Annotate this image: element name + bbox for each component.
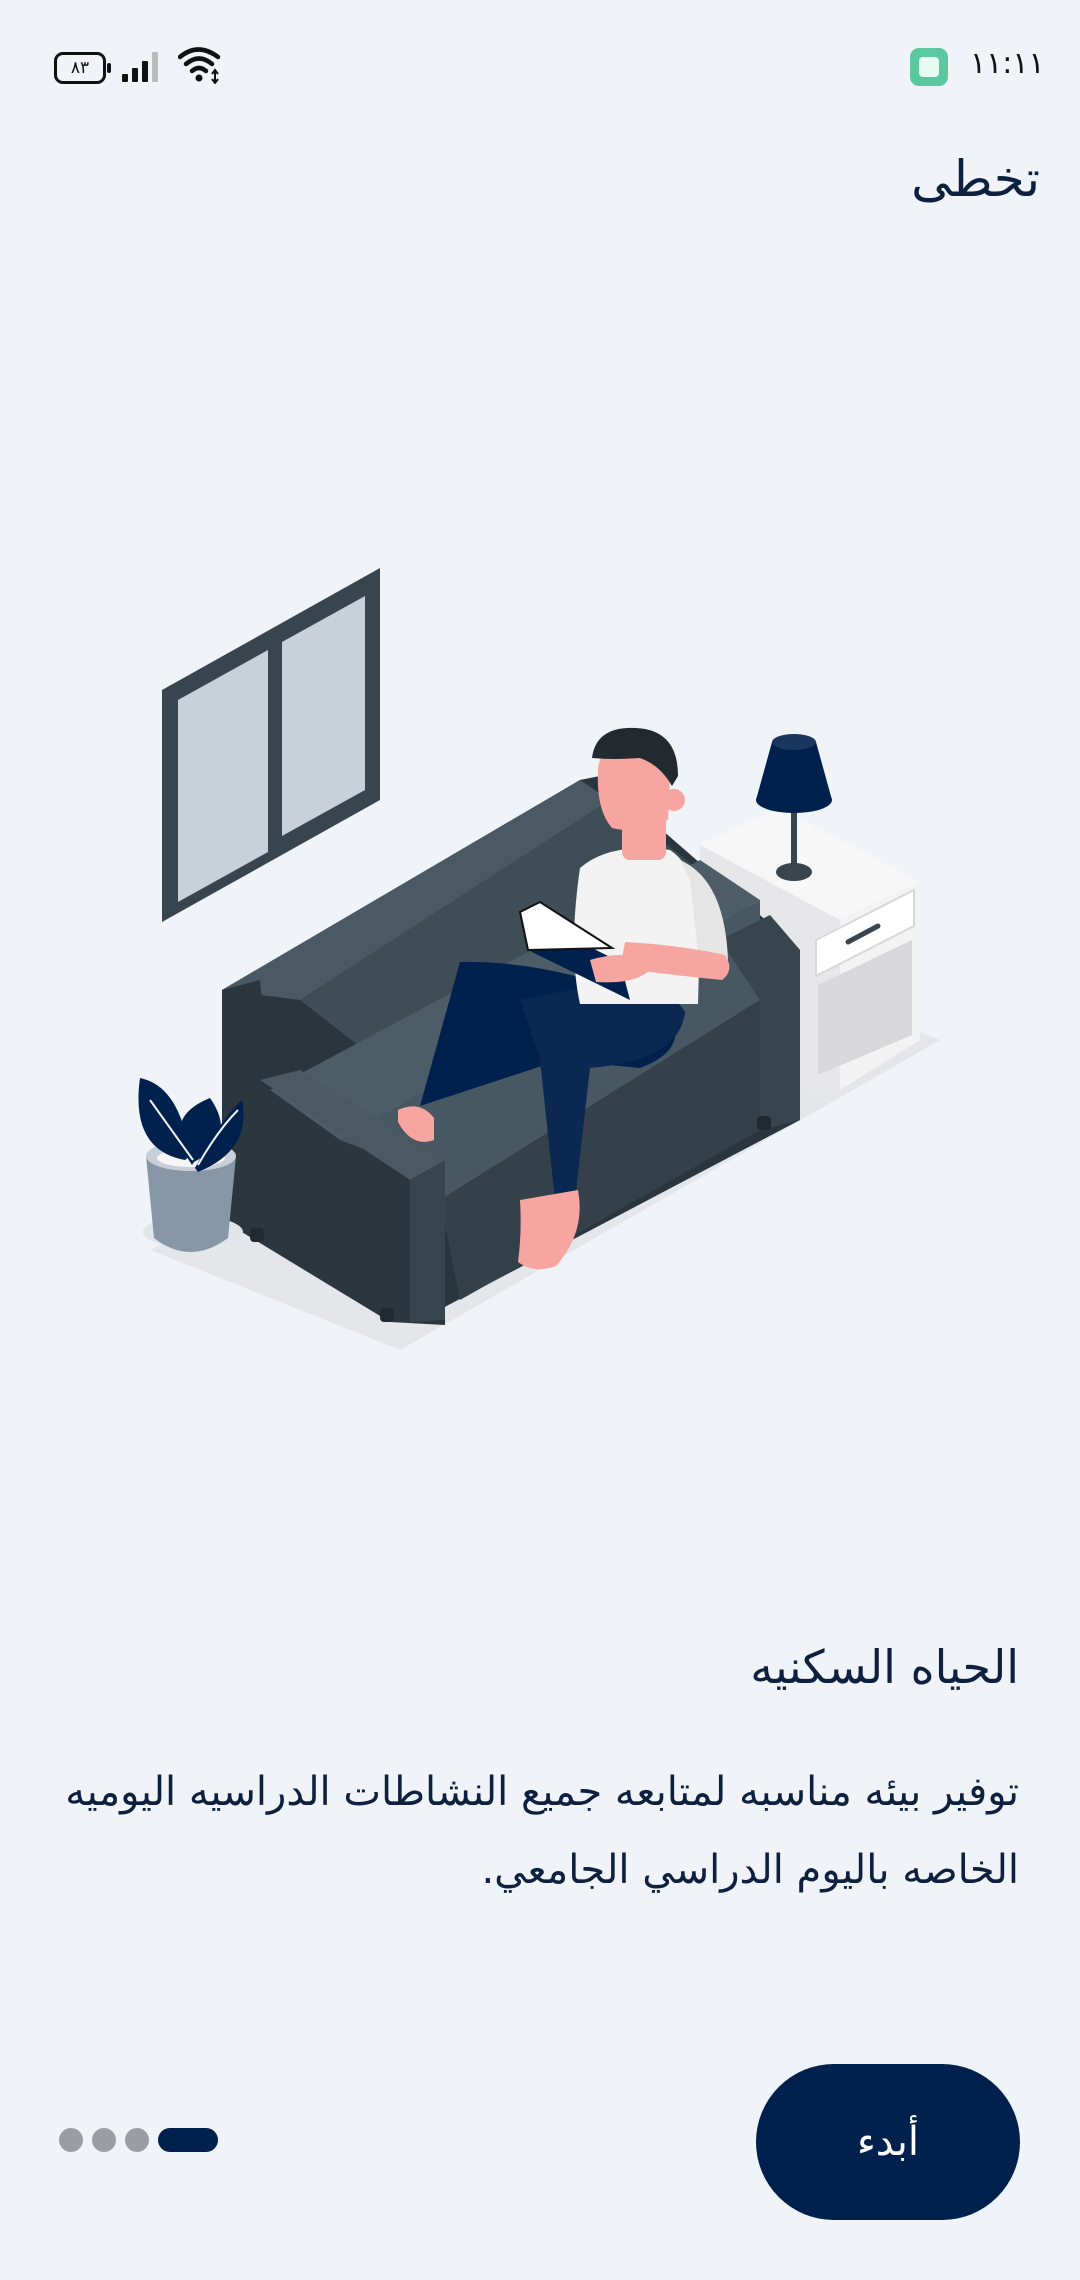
person-on-sofa-illustration xyxy=(138,568,940,1350)
start-button[interactable]: أبدء xyxy=(756,2064,1020,2220)
page-title: الحياه السكنيه xyxy=(750,1640,1019,1694)
pagination-dot xyxy=(59,2128,83,2152)
app-notification-icon xyxy=(910,48,948,86)
pagination-dot-active xyxy=(158,2128,218,2152)
signal-icon xyxy=(122,52,158,82)
battery-icon: ٨٣ xyxy=(54,52,111,84)
window xyxy=(162,568,380,922)
clock: ١١:١١ xyxy=(970,46,1045,81)
page-description: توفير بيئه مناسبه لمتابعه جميع النشاطات … xyxy=(65,1769,1019,1893)
status-bar: ٨٣ ١١:١١ xyxy=(0,0,1080,130)
pagination-dot xyxy=(92,2128,116,2152)
wifi-icon xyxy=(178,47,221,84)
skip-button[interactable]: تخطى xyxy=(911,150,1040,208)
pagination-dot xyxy=(125,2128,149,2152)
